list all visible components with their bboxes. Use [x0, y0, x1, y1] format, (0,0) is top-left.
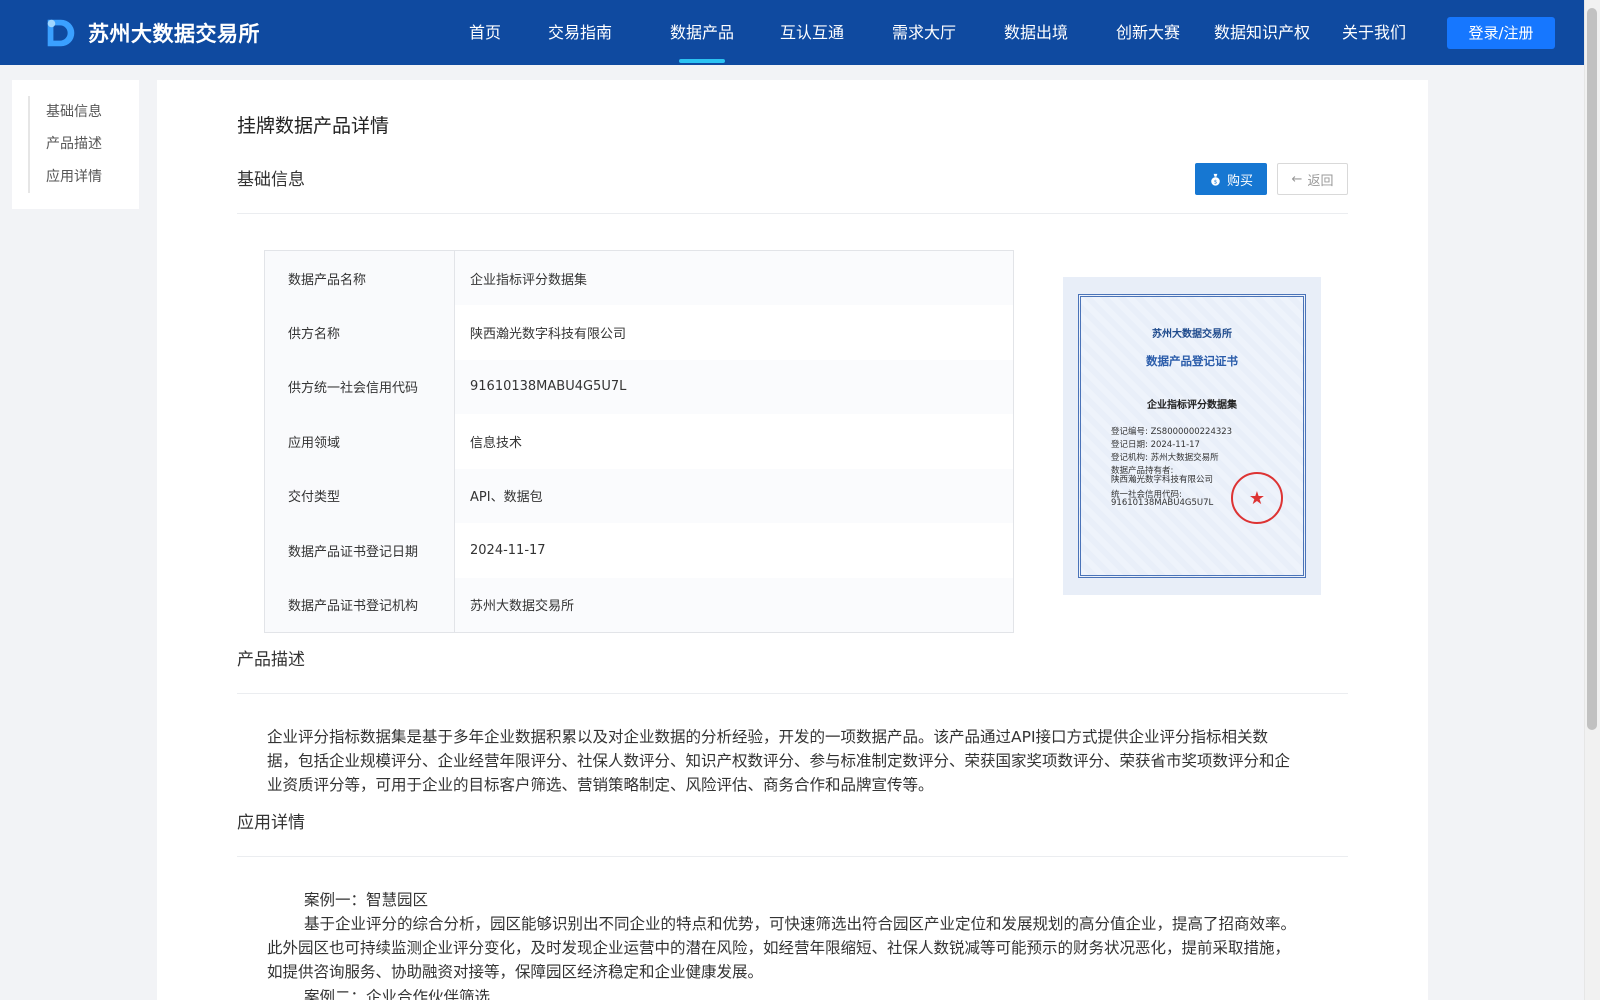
table-row: 供方统一社会信用代码 91610138MABU4G5U7L [264, 359, 1014, 414]
anchor-link-product-description[interactable]: 产品描述 [46, 133, 102, 153]
logo-icon [47, 19, 75, 47]
certificate-org: 苏州大数据交易所 [1152, 329, 1232, 340]
buy-button[interactable]: $ 购买 [1195, 163, 1267, 195]
info-value: API、数据包 [454, 468, 1014, 523]
nav-demand-hall[interactable]: 需求大厅 [884, 0, 964, 65]
section-divider [237, 213, 1348, 214]
certificate-image[interactable]: 苏州大数据交易所 数据产品登记证书 企业指标评分数据集 登记编号: ZS8000… [1063, 277, 1321, 595]
scrollbar-thumb[interactable] [1587, 8, 1597, 730]
section-divider [237, 856, 1348, 857]
login-register-button[interactable]: 登录/注册 [1447, 17, 1555, 49]
table-row: 数据产品证书登记机构 苏州大数据交易所 [264, 577, 1014, 632]
info-value: 信息技术 [454, 414, 1014, 469]
back-button[interactable]: ← 返回 [1277, 163, 1348, 195]
info-value: 企业指标评分数据集 [454, 250, 1014, 305]
back-label: 返回 [1307, 173, 1334, 189]
money-bag-icon: $ [1211, 173, 1220, 186]
svg-text:$: $ [1214, 179, 1218, 185]
logo-text: 苏州大数据交易所 [88, 22, 260, 46]
nav-innovation-contest[interactable]: 创新大赛 [1108, 0, 1188, 65]
info-value: 2024-11-17 [454, 523, 1014, 578]
section-title-product-description: 产品描述 [237, 650, 305, 670]
info-key: 供方统一社会信用代码 [264, 359, 455, 414]
info-value: 苏州大数据交易所 [454, 577, 1014, 632]
info-value: 陕西瀚光数字科技有限公司 [454, 305, 1014, 360]
anchor-link-application-details[interactable]: 应用详情 [46, 166, 102, 186]
case-title: 案例一：智慧园区 [304, 891, 429, 909]
nav-data-export[interactable]: 数据出境 [996, 0, 1076, 65]
case-title: 案例二：企业合作伙伴筛选 [304, 988, 491, 1000]
page-title: 挂牌数据产品详情 [237, 115, 390, 137]
table-row: 数据产品证书登记日期 2024-11-17 [264, 523, 1014, 578]
nav-data-ip[interactable]: 数据知识产权 [1212, 0, 1312, 65]
product-info-table: 数据产品名称 企业指标评分数据集 供方名称 陕西瀚光数字科技有限公司 供方统一社会信… [264, 250, 1014, 633]
arrow-left-icon: ← [1291, 171, 1303, 187]
site-logo[interactable]: 苏州大数据交易所 [42, 14, 260, 52]
official-seal-icon: ★ [1231, 472, 1283, 524]
table-row: 数据产品名称 企业指标评分数据集 [264, 250, 1014, 305]
nav-about-us[interactable]: 关于我们 [1334, 0, 1414, 65]
table-row: 应用领域 信息技术 [264, 414, 1014, 469]
info-key: 数据产品证书登记日期 [264, 523, 455, 578]
certificate-line: 登记日期: 2024-11-17 [1111, 440, 1200, 450]
info-key: 供方名称 [264, 305, 455, 360]
certificate-line: 登记机构: 苏州大数据交易所 [1111, 453, 1219, 463]
buy-label: 购买 [1226, 173, 1253, 189]
info-key: 应用领域 [264, 414, 455, 469]
certificate-line: 登记编号: ZS8000000224323 [1111, 427, 1233, 437]
anchor-line [28, 96, 30, 193]
info-key: 数据产品名称 [264, 250, 455, 305]
certificate-line: 91610138MABU4G5U7L [1111, 498, 1214, 508]
certificate-frame: 苏州大数据交易所 数据产品登记证书 企业指标评分数据集 登记编号: ZS8000… [1078, 294, 1306, 578]
top-navbar: 苏州大数据交易所 首页 交易指南 数据产品 互认互通 需求大厅 数据出境 创新大… [0, 0, 1584, 65]
certificate-title: 数据产品登记证书 [1146, 354, 1238, 368]
nav-trade-guide[interactable]: 交易指南 [540, 0, 620, 65]
nav-data-products[interactable]: 数据产品 [662, 0, 742, 65]
table-row: 交付类型 API、数据包 [264, 468, 1014, 523]
nav-home[interactable]: 首页 [453, 0, 517, 65]
certificate-product-name: 企业指标评分数据集 [1147, 400, 1237, 411]
section-title-application-details: 应用详情 [237, 813, 305, 833]
nav-mutual-recognition[interactable]: 互认互通 [772, 0, 852, 65]
info-key: 数据产品证书登记机构 [264, 577, 455, 632]
page-scrollbar[interactable] [1584, 0, 1600, 1000]
product-description-text: 企业评分指标数据集是基于多年企业数据积累以及对企业数据的分析经验，开发的一项数据… [267, 728, 1291, 794]
anchor-sidebar: 基础信息 产品描述 应用详情 [12, 80, 139, 209]
info-value: 91610138MABU4G5U7L [454, 359, 1014, 414]
section-divider [237, 693, 1348, 694]
certificate-line: 陕西瀚光数字科技有限公司 [1111, 475, 1214, 485]
main-content: 挂牌数据产品详情 基础信息 $ 购买 ← 返回 数据产品名称 企业指标评分数据集 … [157, 80, 1428, 1000]
info-key: 交付类型 [264, 468, 455, 523]
section-title-basic-info: 基础信息 [237, 170, 305, 190]
anchor-link-basic-info[interactable]: 基础信息 [46, 101, 102, 121]
table-row: 供方名称 陕西瀚光数字科技有限公司 [264, 305, 1014, 360]
case-text: 基于企业评分的综合分析，园区能够识别出不同企业的特点和优势，可快速筛选出符合园区… [267, 915, 1297, 981]
